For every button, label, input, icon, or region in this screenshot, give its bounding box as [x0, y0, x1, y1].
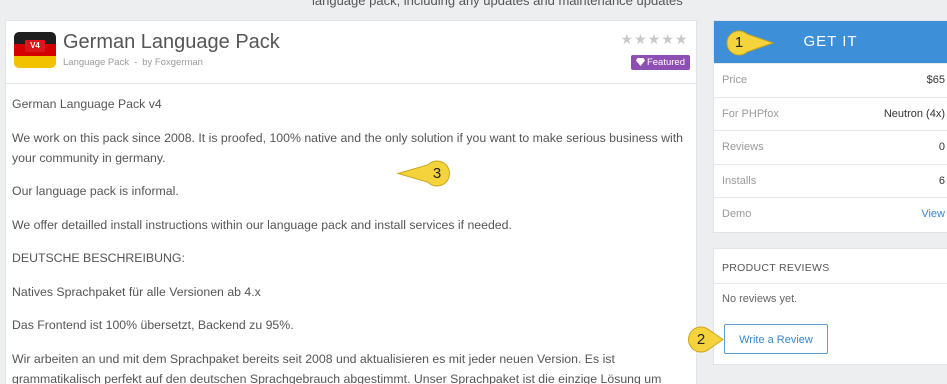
- detail-value: $65: [926, 74, 945, 86]
- description-paragraph: We offer detailled install instructions …: [12, 215, 683, 235]
- demo-view-link[interactable]: View: [921, 198, 945, 231]
- detail-value: 6: [938, 174, 945, 187]
- description-line: Das Frontend ist 100% übersetzt, Backend…: [12, 318, 294, 332]
- version-label: V4: [25, 40, 45, 52]
- description-line: DEUTSCHE BESCHREIBUNG:: [12, 251, 185, 265]
- header-divider: [6, 83, 696, 84]
- callout-number: 1: [734, 34, 744, 51]
- description-line: We work on this pack since 2008. It is p…: [12, 130, 684, 145]
- detail-value: Neutron (4x): [883, 107, 945, 120]
- description-line: Wir arbeiten an und mit dem Sprachpaket …: [12, 351, 615, 366]
- no-reviews-text: No reviews yet.: [722, 293, 798, 305]
- gem-icon: [635, 58, 645, 66]
- description-line: grammatikalisch perfekt auf den deutsche…: [12, 371, 662, 384]
- detail-label: Installs: [722, 174, 757, 187]
- description-paragraph: Natives Sprachpaket für alle Versionen a…: [12, 282, 683, 302]
- category-link[interactable]: Language Pack: [63, 57, 129, 68]
- callout-marker-3: 3: [396, 160, 451, 187]
- detail-row-installs: Installs 6: [714, 163, 947, 198]
- rating-star-icon: ★: [647, 32, 661, 48]
- rating-star-icon: ★: [674, 32, 688, 48]
- description-paragraph: Our language pack is informal.: [12, 181, 683, 201]
- product-title: German Language Pack: [63, 31, 280, 53]
- product-card: V4 German Language Pack Language Pack - by…: [5, 20, 697, 384]
- detail-label: For PHPfox: [722, 107, 779, 120]
- detail-row-platform: For PHPfox Neutron (4x): [714, 96, 947, 131]
- description-paragraph: We work on this pack since 2008. It is p…: [12, 128, 683, 168]
- rating-stars: ★★★★★: [620, 31, 688, 48]
- callout-marker-1: 1: [726, 30, 775, 56]
- callout-number: 3: [432, 165, 442, 182]
- rating-star-icon: ★: [634, 32, 647, 48]
- callout-marker-2: 2: [687, 326, 724, 353]
- featured-badge: Featured: [630, 55, 690, 70]
- description-line: Natives Sprachpaket für alle Versionen a…: [12, 284, 261, 299]
- reviews-heading: PRODUCT REVIEWS: [722, 262, 830, 274]
- description-paragraph: Wir arbeiten an und mit dem Sprachpaket …: [12, 349, 683, 384]
- detail-label: Demo: [722, 208, 752, 220]
- reviews-card: PRODUCT REVIEWS No reviews yet. Write a …: [713, 248, 947, 365]
- description-line: We offer detailled install instructions …: [12, 217, 512, 232]
- detail-label: Reviews: [722, 141, 764, 153]
- description-line: German Language Pack v4: [12, 97, 162, 111]
- detail-row-reviews: Reviews 0: [714, 130, 947, 164]
- reviews-divider: [714, 283, 947, 284]
- author-link[interactable]: by Foxgerman: [142, 57, 203, 68]
- product-subtitle: Language Pack - by Foxgerman: [63, 57, 203, 69]
- rating-star-icon: ★: [661, 32, 674, 48]
- product-description: German Language Pack v4 We work on this …: [12, 94, 683, 384]
- callout-number: 2: [696, 331, 706, 348]
- description-paragraph: German Language Pack v4: [12, 94, 683, 114]
- description-line: Our language pack is informal.: [12, 184, 179, 198]
- description-paragraph: DEUTSCHE BESCHREIBUNG:: [12, 248, 683, 268]
- rating-star-icon: ★: [620, 32, 634, 48]
- description-paragraph: Das Frontend ist 100% übersetzt, Backend…: [12, 315, 683, 335]
- detail-value: 0: [938, 141, 945, 153]
- description-line: your community in germany.: [12, 150, 166, 165]
- detail-row-price: Price $65: [714, 63, 947, 97]
- write-review-button[interactable]: Write a Review: [724, 324, 828, 354]
- featured-label: Featured: [646, 57, 685, 68]
- detail-label: Price: [722, 74, 748, 86]
- detail-row-demo: Demo View: [714, 197, 947, 231]
- cropped-text-line: language pack, including any updates and…: [312, 0, 683, 8]
- subtitle-separator: -: [134, 57, 138, 68]
- german-flag-icon: V4: [14, 32, 56, 68]
